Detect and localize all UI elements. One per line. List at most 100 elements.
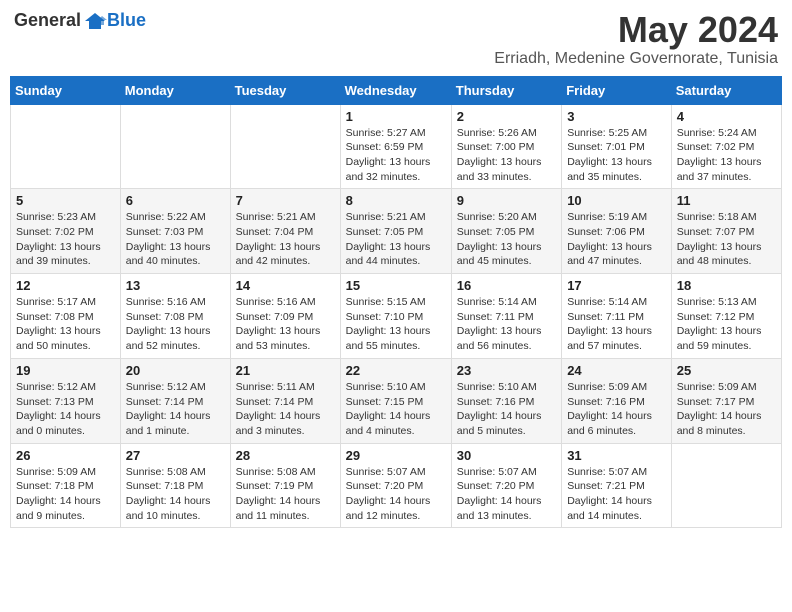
title-section: May 2024 Erriadh, Medenine Governorate, … [494, 10, 778, 68]
cell-content: Sunrise: 5:16 AMSunset: 7:09 PMDaylight:… [236, 295, 335, 354]
day-number: 19 [16, 363, 115, 378]
page-header: General Blue May 2024 Erriadh, Medenine … [10, 10, 782, 68]
day-number: 12 [16, 278, 115, 293]
month-year-title: May 2024 [494, 10, 778, 50]
calendar-cell: 31 Sunrise: 5:07 AMSunset: 7:21 PMDayligh… [562, 443, 672, 528]
calendar-table: SundayMondayTuesdayWednesdayThursdayFrid… [10, 76, 782, 529]
calendar-cell: 7Sunrise: 5:21 AMSunset: 7:04 PMDaylight… [230, 189, 340, 274]
cell-content: Sunrise: 5:14 AMSunset: 7:11 PMDaylight:… [457, 295, 556, 354]
weekday-header-tuesday: Tuesday [230, 76, 340, 104]
calendar-cell [230, 104, 340, 189]
day-number: 23 [457, 363, 556, 378]
calendar-cell [120, 104, 230, 189]
day-number: 4 [677, 109, 776, 124]
cell-content: Sunrise: 5:25 AMSunset: 7:01 PMDaylight:… [567, 126, 666, 185]
cell-content: Sunrise: 5:23 AMSunset: 7:02 PMDaylight:… [16, 210, 115, 269]
day-number: 27 [126, 448, 225, 463]
cell-content: Sunrise: 5:22 AMSunset: 7:03 PMDaylight:… [126, 210, 225, 269]
calendar-cell: 9 Sunrise: 5:20 AMSunset: 7:05 PMDaylight… [451, 189, 561, 274]
day-number: 9 [457, 193, 556, 208]
cell-content: Sunrise: 5:11 AMSunset: 7:14 PMDaylight:… [236, 380, 335, 439]
weekday-header-sunday: Sunday [11, 76, 121, 104]
day-number: 13 [126, 278, 225, 293]
calendar-cell: 17 Sunrise: 5:14 AMSunset: 7:11 PMDayligh… [562, 274, 672, 359]
day-number: 25 [677, 363, 776, 378]
calendar-cell: 8Sunrise: 5:21 AMSunset: 7:05 PMDaylight… [340, 189, 451, 274]
day-number: 15 [346, 278, 446, 293]
day-number: 2 [457, 109, 556, 124]
cell-content: Sunrise: 5:17 AMSunset: 7:08 PMDaylight:… [16, 295, 115, 354]
calendar-cell: 25Sunrise: 5:09 AMSunset: 7:17 PMDayligh… [671, 358, 781, 443]
day-number: 8 [346, 193, 446, 208]
cell-content: Sunrise: 5:14 AMSunset: 7:11 PMDaylight:… [567, 295, 666, 354]
logo-icon [83, 11, 107, 31]
cell-content: Sunrise: 5:09 AMSunset: 7:18 PMDaylight:… [16, 465, 115, 524]
logo-blue-text: Blue [107, 10, 146, 31]
day-number: 28 [236, 448, 335, 463]
calendar-cell: 5 Sunrise: 5:23 AMSunset: 7:02 PMDaylight… [11, 189, 121, 274]
cell-content: Sunrise: 5:07 AMSunset: 7:21 PMDaylight:… [567, 465, 666, 524]
day-number: 10 [567, 193, 666, 208]
day-number: 18 [677, 278, 776, 293]
calendar-week-row: 5 Sunrise: 5:23 AMSunset: 7:02 PMDaylight… [11, 189, 782, 274]
weekday-header-wednesday: Wednesday [340, 76, 451, 104]
calendar-cell: 12 Sunrise: 5:17 AMSunset: 7:08 PMDayligh… [11, 274, 121, 359]
cell-content: Sunrise: 5:24 AMSunset: 7:02 PMDaylight:… [677, 126, 776, 185]
calendar-cell: 1Sunrise: 5:27 AMSunset: 6:59 PMDaylight… [340, 104, 451, 189]
calendar-cell: 30 Sunrise: 5:07 AMSunset: 7:20 PMDayligh… [451, 443, 561, 528]
day-number: 11 [677, 193, 776, 208]
cell-content: Sunrise: 5:12 AMSunset: 7:13 PMDaylight:… [16, 380, 115, 439]
calendar-cell: 29Sunrise: 5:07 AMSunset: 7:20 PMDayligh… [340, 443, 451, 528]
calendar-cell: 2 Sunrise: 5:26 AMSunset: 7:00 PMDaylight… [451, 104, 561, 189]
calendar-cell: 18Sunrise: 5:13 AMSunset: 7:12 PMDayligh… [671, 274, 781, 359]
cell-content: Sunrise: 5:16 AMSunset: 7:08 PMDaylight:… [126, 295, 225, 354]
calendar-cell: 10 Sunrise: 5:19 AMSunset: 7:06 PMDayligh… [562, 189, 672, 274]
cell-content: Sunrise: 5:10 AMSunset: 7:15 PMDaylight:… [346, 380, 446, 439]
calendar-cell: 6 Sunrise: 5:22 AMSunset: 7:03 PMDaylight… [120, 189, 230, 274]
calendar-cell: 23 Sunrise: 5:10 AMSunset: 7:16 PMDayligh… [451, 358, 561, 443]
calendar-cell: 21Sunrise: 5:11 AMSunset: 7:14 PMDayligh… [230, 358, 340, 443]
day-number: 29 [346, 448, 446, 463]
day-number: 20 [126, 363, 225, 378]
logo: General Blue [14, 10, 146, 31]
calendar-cell [671, 443, 781, 528]
day-number: 31 [567, 448, 666, 463]
weekday-header-row: SundayMondayTuesdayWednesdayThursdayFrid… [11, 76, 782, 104]
weekday-header-friday: Friday [562, 76, 672, 104]
day-number: 17 [567, 278, 666, 293]
day-number: 22 [346, 363, 446, 378]
calendar-cell: 3 Sunrise: 5:25 AMSunset: 7:01 PMDaylight… [562, 104, 672, 189]
cell-content: Sunrise: 5:10 AMSunset: 7:16 PMDaylight:… [457, 380, 556, 439]
calendar-week-row: 19 Sunrise: 5:12 AMSunset: 7:13 PMDayligh… [11, 358, 782, 443]
location-subtitle: Erriadh, Medenine Governorate, Tunisia [494, 50, 778, 68]
calendar-cell: 27 Sunrise: 5:08 AMSunset: 7:18 PMDayligh… [120, 443, 230, 528]
cell-content: Sunrise: 5:07 AMSunset: 7:20 PMDaylight:… [457, 465, 556, 524]
day-number: 30 [457, 448, 556, 463]
weekday-header-thursday: Thursday [451, 76, 561, 104]
calendar-cell [11, 104, 121, 189]
calendar-cell: 11 Sunrise: 5:18 AMSunset: 7:07 PMDayligh… [671, 189, 781, 274]
calendar-cell: 24Sunrise: 5:09 AMSunset: 7:16 PMDayligh… [562, 358, 672, 443]
calendar-week-row: 12 Sunrise: 5:17 AMSunset: 7:08 PMDayligh… [11, 274, 782, 359]
day-number: 6 [126, 193, 225, 208]
calendar-cell: 22 Sunrise: 5:10 AMSunset: 7:15 PMDayligh… [340, 358, 451, 443]
calendar-cell: 19 Sunrise: 5:12 AMSunset: 7:13 PMDayligh… [11, 358, 121, 443]
calendar-cell: 15 Sunrise: 5:15 AMSunset: 7:10 PMDayligh… [340, 274, 451, 359]
calendar-cell: 13 Sunrise: 5:16 AMSunset: 7:08 PMDayligh… [120, 274, 230, 359]
cell-content: Sunrise: 5:20 AMSunset: 7:05 PMDaylight:… [457, 210, 556, 269]
day-number: 26 [16, 448, 115, 463]
calendar-cell: 4 Sunrise: 5:24 AMSunset: 7:02 PMDaylight… [671, 104, 781, 189]
day-number: 24 [567, 363, 666, 378]
cell-content: Sunrise: 5:18 AMSunset: 7:07 PMDaylight:… [677, 210, 776, 269]
calendar-cell: 28 Sunrise: 5:08 AMSunset: 7:19 PMDayligh… [230, 443, 340, 528]
cell-content: Sunrise: 5:19 AMSunset: 7:06 PMDaylight:… [567, 210, 666, 269]
cell-content: Sunrise: 5:15 AMSunset: 7:10 PMDaylight:… [346, 295, 446, 354]
logo-general-text: General [14, 10, 81, 31]
cell-content: Sunrise: 5:26 AMSunset: 7:00 PMDaylight:… [457, 126, 556, 185]
day-number: 5 [16, 193, 115, 208]
weekday-header-saturday: Saturday [671, 76, 781, 104]
cell-content: Sunrise: 5:08 AMSunset: 7:19 PMDaylight:… [236, 465, 335, 524]
cell-content: Sunrise: 5:21 AMSunset: 7:04 PMDaylight:… [236, 210, 335, 269]
cell-content: Sunrise: 5:08 AMSunset: 7:18 PMDaylight:… [126, 465, 225, 524]
day-number: 3 [567, 109, 666, 124]
